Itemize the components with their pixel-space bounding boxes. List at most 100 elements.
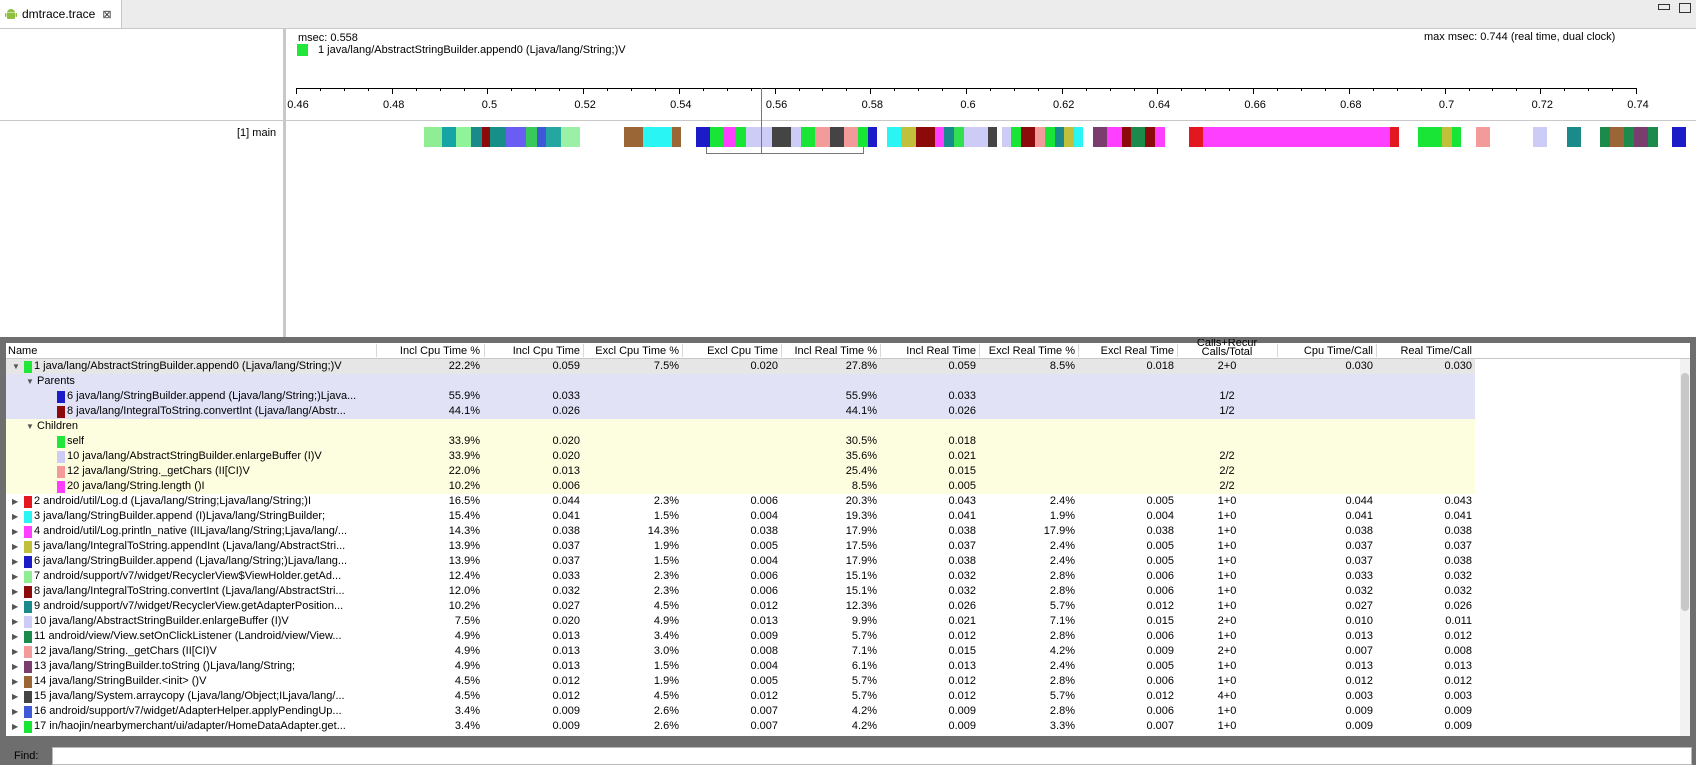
method-segment[interactable] [1155, 127, 1165, 147]
col-excl-real-pct[interactable]: Excl Real Time % [981, 343, 1075, 358]
method-segment[interactable] [745, 127, 758, 147]
method-segment[interactable] [858, 127, 868, 147]
method-segment[interactable] [1121, 127, 1132, 147]
table-row[interactable]: ▼ Children [6, 419, 1475, 434]
method-segment[interactable] [1035, 127, 1045, 147]
method-segment[interactable] [772, 127, 792, 147]
col-incl-cpu[interactable]: Incl Cpu Time [486, 343, 580, 358]
method-segment[interactable] [424, 127, 442, 147]
method-segment[interactable] [963, 127, 988, 147]
method-segment[interactable] [1092, 127, 1108, 147]
method-segment[interactable] [505, 127, 526, 147]
expand-triangle-icon[interactable]: ▶ [12, 629, 18, 644]
tab-dmtrace[interactable]: dmtrace.trace ⊠ [0, 0, 122, 28]
method-segment[interactable] [1671, 127, 1687, 147]
collapse-triangle-icon[interactable]: ▼ [26, 374, 34, 389]
timeline-splitter[interactable] [283, 29, 286, 337]
table-row[interactable]: ▶ 17 in/haojin/nearbymerchant/ui/adapter/… [6, 719, 1681, 734]
method-segment[interactable] [800, 127, 816, 147]
expand-triangle-icon[interactable]: ▶ [12, 689, 18, 704]
expand-triangle-icon[interactable]: ▶ [12, 644, 18, 659]
method-segment[interactable] [1145, 127, 1156, 147]
method-segment[interactable] [623, 127, 643, 147]
method-segment[interactable] [1021, 127, 1036, 147]
table-row[interactable]: ▶ 14 java/lang/StringBuilder.<init> ()V 4.… [6, 674, 1681, 689]
table-row[interactable]: ▶ 10 java/lang/AbstractStringBuilder.enla… [6, 614, 1681, 629]
method-segment[interactable] [1442, 127, 1452, 147]
table-row[interactable]: ▶ 3 java/lang/StringBuilder.append (I)Lja… [6, 509, 1681, 524]
method-segment[interactable] [456, 127, 471, 147]
method-segment[interactable] [642, 127, 672, 147]
method-segment[interactable] [1188, 127, 1203, 147]
method-segment[interactable] [815, 127, 830, 147]
col-cpu-per-call[interactable]: Cpu Time/Call [1279, 343, 1373, 358]
method-segment[interactable] [724, 127, 737, 147]
expand-triangle-icon[interactable]: ▶ [12, 569, 18, 584]
table-row[interactable]: 10 java/lang/AbstractStringBuilder.enlar… [6, 449, 1475, 464]
expand-triangle-icon[interactable]: ▶ [12, 659, 18, 674]
method-segment[interactable] [1073, 127, 1084, 147]
table-row[interactable]: ▶ 15 java/lang/System.arraycopy (Ljava/la… [6, 689, 1681, 704]
col-incl-real[interactable]: Incl Real Time [882, 343, 976, 358]
method-segment[interactable] [1054, 127, 1065, 147]
col-name[interactable]: Name [8, 343, 128, 358]
col-real-per-call[interactable]: Real Time/Call [1378, 343, 1472, 358]
method-segment[interactable] [887, 127, 902, 147]
method-segment[interactable] [1624, 127, 1634, 147]
method-segment[interactable] [1011, 127, 1022, 147]
expand-triangle-icon[interactable]: ▶ [12, 524, 18, 539]
table-row[interactable]: ▶ 12 java/lang/String._getChars (II[CI)V 4… [6, 644, 1681, 659]
table-row[interactable]: ▶ 6 java/lang/StringBuilder.append (Ljava… [6, 554, 1681, 569]
table-row[interactable]: ▶ 11 android/view/View.setOnClickListener… [6, 629, 1681, 644]
expand-triangle-icon[interactable]: ▶ [12, 599, 18, 614]
method-segment[interactable] [470, 127, 482, 147]
table-row[interactable]: ▶ 4 android/util/Log.println_native (IILj… [6, 524, 1681, 539]
expand-triangle-icon[interactable]: ▶ [12, 584, 18, 599]
method-segment[interactable] [525, 127, 537, 147]
col-excl-real[interactable]: Excl Real Time [1080, 343, 1174, 358]
table-row[interactable]: 8 java/lang/IntegralToString.convertInt … [6, 404, 1475, 419]
scrollbar-thumb[interactable] [1681, 373, 1689, 611]
expand-triangle-icon[interactable]: ▶ [12, 719, 18, 734]
method-segment[interactable] [1633, 127, 1648, 147]
method-segment[interactable] [546, 127, 561, 147]
collapse-triangle-icon[interactable]: ▼ [26, 419, 34, 434]
table-row[interactable]: ▶ 9 android/support/v7/widget/RecyclerVie… [6, 599, 1681, 614]
method-segment[interactable] [1609, 127, 1625, 147]
method-segment[interactable] [901, 127, 916, 147]
table-row[interactable]: self 33.9% 0.020 30.5% 0.018 [6, 434, 1475, 449]
table-row[interactable]: ▶ 5 java/lang/IntegralToString.appendInt … [6, 539, 1681, 554]
method-segment[interactable] [1389, 127, 1400, 147]
col-excl-cpu[interactable]: Excl Cpu Time [684, 343, 778, 358]
col-excl-cpu-pct[interactable]: Excl Cpu Time % [585, 343, 679, 358]
method-segment[interactable] [1451, 127, 1462, 147]
method-segment[interactable] [934, 127, 945, 147]
expand-triangle-icon[interactable]: ▶ [12, 494, 18, 509]
col-calls[interactable]: Calls+Recur Calls/Total [1180, 339, 1274, 359]
table-row[interactable]: ▼ Parents [6, 374, 1475, 389]
method-segment[interactable] [1533, 127, 1548, 147]
method-segment[interactable] [954, 127, 964, 147]
method-segment[interactable] [489, 127, 506, 147]
method-segment[interactable] [1001, 127, 1012, 147]
method-segment[interactable] [944, 127, 955, 147]
expand-triangle-icon[interactable]: ▶ [12, 554, 18, 569]
collapse-triangle-icon[interactable]: ▼ [12, 359, 20, 374]
method-segment[interactable] [671, 127, 682, 147]
method-segment[interactable] [1566, 127, 1581, 147]
method-segment[interactable] [536, 127, 547, 147]
table-row[interactable]: ▶ 8 java/lang/IntegralToString.convertInt… [6, 584, 1681, 599]
method-segment[interactable] [791, 127, 801, 147]
table-row[interactable]: ▶ 7 android/support/v7/widget/RecyclerVie… [6, 569, 1681, 584]
method-segment[interactable] [1064, 127, 1074, 147]
table-row[interactable]: ▼ 1 java/lang/AbstractStringBuilder.appen… [6, 359, 1475, 374]
method-segment[interactable] [1131, 127, 1146, 147]
method-segment[interactable] [1107, 127, 1122, 147]
method-segment[interactable] [1475, 127, 1491, 147]
table-row[interactable]: ▶ 2 android/util/Log.d (Ljava/lang/String… [6, 494, 1681, 509]
method-segment[interactable] [1418, 127, 1443, 147]
expand-triangle-icon[interactable]: ▶ [12, 704, 18, 719]
method-segment[interactable] [867, 127, 878, 147]
method-segment[interactable] [987, 127, 998, 147]
method-segment[interactable] [709, 127, 725, 147]
